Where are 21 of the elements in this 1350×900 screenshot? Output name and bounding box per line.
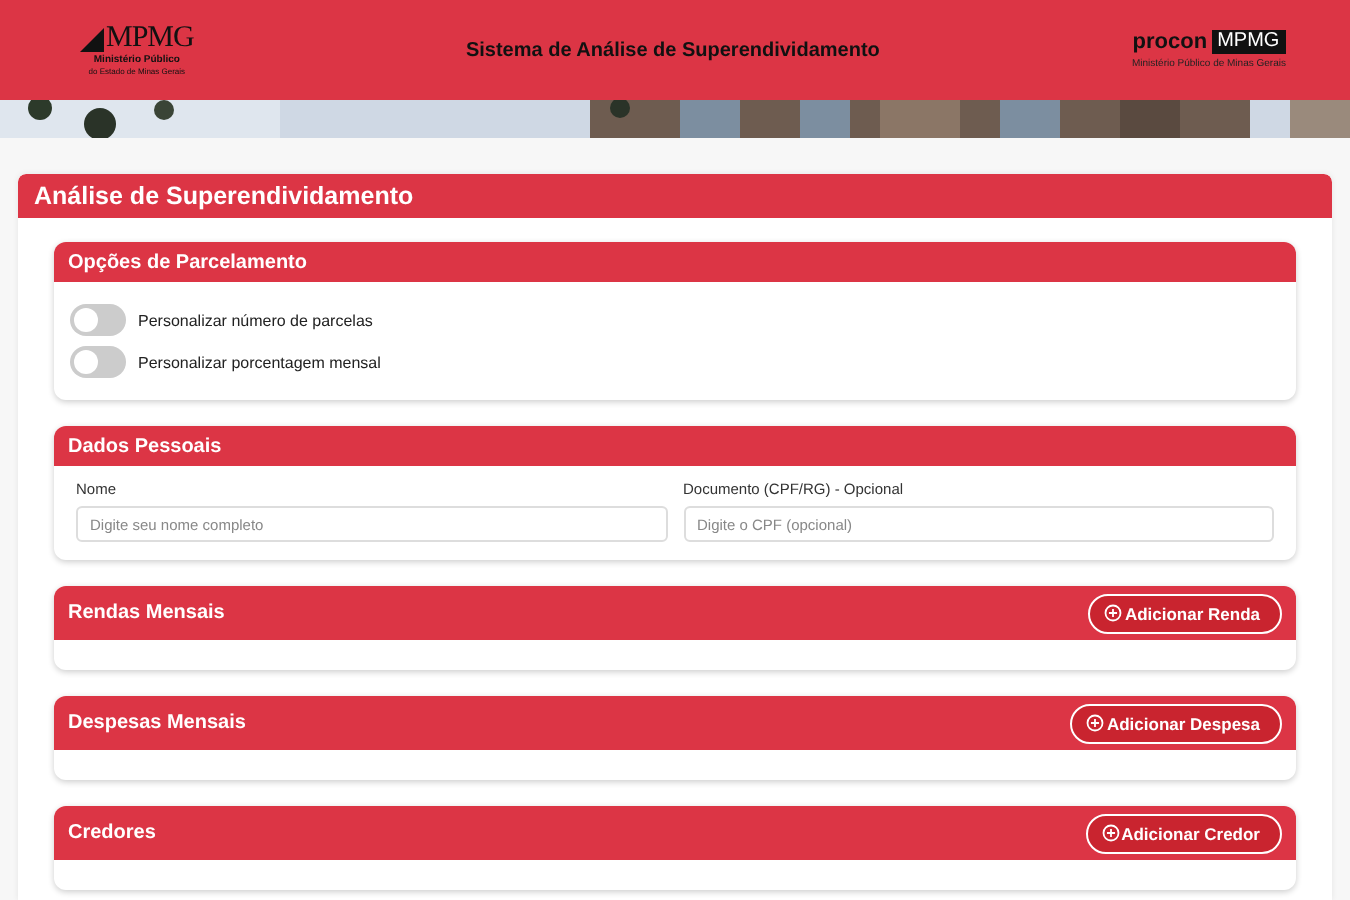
card-title: Análise de Superendividamento <box>18 174 1332 218</box>
toggle-label: Personalizar número de parcelas <box>138 311 373 329</box>
app-title: Sistema de Análise de Superendividamento <box>465 39 880 61</box>
section-title: Despesas Mensais <box>68 712 246 734</box>
logo-text: procon <box>1132 30 1208 54</box>
toggle-switch[interactable] <box>70 346 126 378</box>
add-button[interactable]: Adicionar Despesa <box>1070 703 1282 743</box>
section-title: Opções de Parcelamento <box>68 251 307 273</box>
toggle-switch[interactable] <box>70 304 126 336</box>
logo-text: MPMG <box>106 24 194 54</box>
add-button[interactable]: Adicionar Renda <box>1088 593 1282 633</box>
section-title: Rendas Mensais <box>68 602 225 624</box>
add-button[interactable]: Adicionar Credor <box>1085 813 1282 853</box>
logo-tag: MPMG <box>1211 30 1286 54</box>
plus-circle-icon <box>1101 824 1120 842</box>
plus-circle-icon <box>1086 714 1105 732</box>
section-title: Dados Pessoais <box>68 435 222 457</box>
toggle-label: Personalizar porcentagem mensal <box>138 353 381 371</box>
section-title: Credores <box>68 822 156 844</box>
plus-circle-icon <box>1104 604 1123 622</box>
triangle-icon <box>80 27 104 51</box>
